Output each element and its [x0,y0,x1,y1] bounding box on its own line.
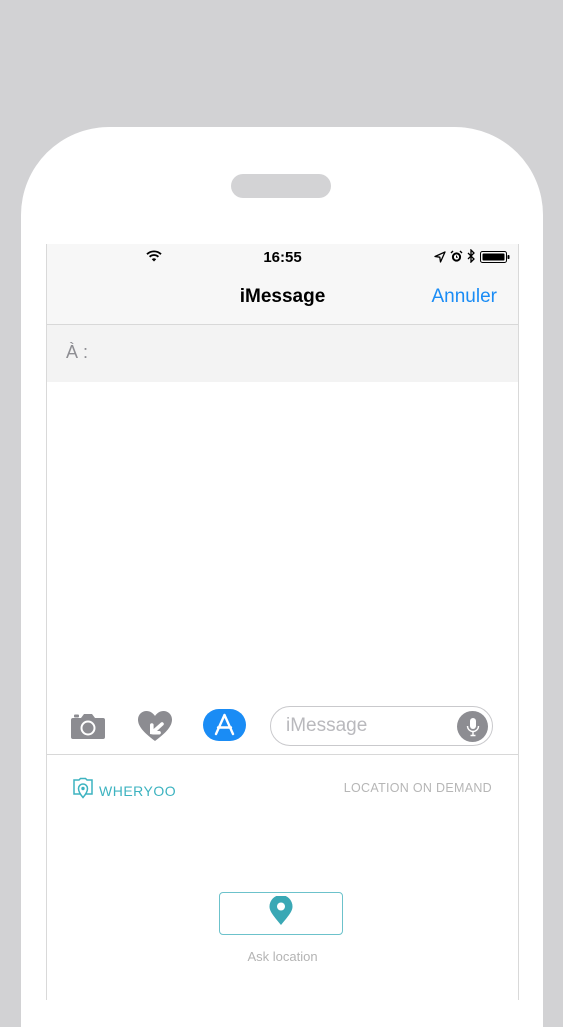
wheryoo-extension-panel: WHERYOO LOCATION ON DEMAND Ask location [47,755,518,1000]
ask-location-button[interactable] [219,892,343,935]
battery-icon [480,250,510,268]
microphone-icon[interactable] [457,711,488,742]
brand-logo: WHERYOO [72,777,176,804]
brand-tagline: LOCATION ON DEMAND [343,781,492,795]
app-store-icon[interactable] [203,709,246,746]
ask-location-label: Ask location [247,949,318,964]
bluetooth-icon [467,248,476,268]
message-toolbar [47,702,518,755]
digital-touch-heart-icon[interactable] [137,710,173,747]
location-arrow-icon [434,250,446,268]
message-input[interactable] [270,706,493,746]
message-text-field[interactable] [286,715,446,737]
alarm-icon [450,250,463,268]
recipient-label: À : [66,342,89,362]
brand-name: WHERYOO [99,782,177,799]
map-pin-icon [268,895,294,931]
phone-screen: 16:55 iMessage Annuler À : iMessage WHER… [46,244,519,1000]
wheryoo-logo-icon [72,777,94,804]
navigation-bar: iMessage Annuler [47,270,518,325]
status-icons [434,248,510,268]
cancel-button[interactable]: Annuler [432,286,498,308]
status-bar: 16:55 [47,244,518,270]
camera-icon[interactable] [70,712,106,745]
recipient-field[interactable]: À : [47,325,518,382]
phone-speaker [231,174,331,198]
